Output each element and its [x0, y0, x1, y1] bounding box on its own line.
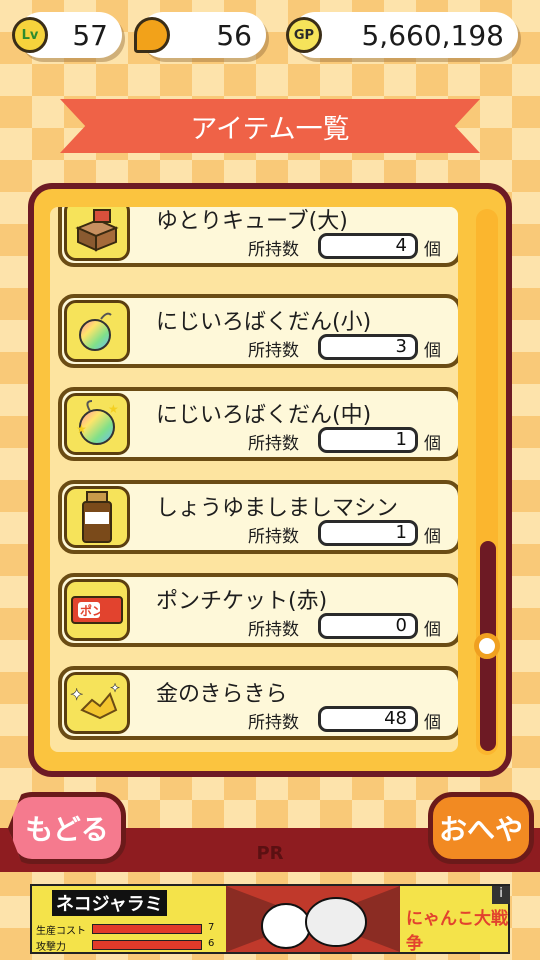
count-unit: 個	[424, 341, 441, 361]
count-unit: 個	[424, 713, 441, 733]
rainbow-bomb-star-icon: ★ ★	[64, 393, 130, 455]
page-title: アイテム一覧	[190, 114, 350, 145]
catfood-icon	[134, 17, 170, 53]
count-unit: 個	[424, 434, 441, 454]
ad-stat1-bar	[92, 924, 202, 934]
item-name: ゆとりキューブ(大)	[156, 209, 348, 234]
ad-info-icon[interactable]: i	[492, 886, 510, 904]
title-banner: アイテム一覧	[60, 99, 480, 153]
room-button[interactable]: おへや	[428, 792, 534, 864]
ad-stat2-bar	[92, 940, 202, 950]
catfood-display: 56	[134, 12, 266, 58]
list-item[interactable]: ゆとりキューブ(大) 所持数 4 個	[58, 207, 458, 267]
item-name: しょうゆましましマシン	[156, 496, 399, 521]
svg-text:✦: ✦	[70, 685, 83, 704]
item-list[interactable]: ゆとりキューブ(大) 所持数 4 個 にじいろばくだん(小) 所持数 3 個 ★…	[50, 207, 458, 752]
svg-text:✦: ✦	[110, 681, 120, 695]
ad-stat1-value: 7	[208, 922, 215, 933]
back-button[interactable]: もどる	[8, 792, 126, 864]
list-item[interactable]: しょうゆましましマシン 所持数 1 個	[58, 480, 458, 554]
count-unit: 個	[424, 240, 441, 260]
item-count: 3	[318, 334, 418, 360]
gold-sparkle-icon: ✦ ✦	[64, 672, 130, 734]
svg-text:★: ★	[108, 402, 119, 416]
item-count: 4	[318, 233, 418, 259]
list-item[interactable]: ポン ポンチケット(赤) 所持数 0 個	[58, 573, 458, 647]
svg-text:★: ★	[76, 422, 87, 436]
gp-value: 5,660,198	[361, 18, 504, 52]
level-display: Lv 57	[12, 12, 122, 58]
count-unit: 個	[424, 620, 441, 640]
ad-cat-image	[226, 886, 400, 952]
rainbow-bomb-icon	[64, 300, 130, 362]
item-name: ポンチケット(赤)	[156, 589, 328, 614]
item-count: 0	[318, 613, 418, 639]
gp-badge-icon: GP	[286, 17, 322, 53]
catfood-value: 56	[216, 18, 252, 52]
item-count: 48	[318, 706, 418, 732]
count-label: 所持数	[248, 620, 299, 640]
ad-brand: ネコジャラミ	[52, 890, 167, 916]
level-value: 57	[72, 18, 108, 52]
item-name: にじいろばくだん(小)	[156, 310, 372, 335]
ad-game-title: にゃんこ大戦争	[406, 909, 508, 954]
item-count: 1	[318, 520, 418, 546]
item-name: 金のきらきら	[156, 682, 288, 707]
list-item[interactable]: ✦ ✦ 金のきらきら 所持数 48 個	[58, 666, 458, 740]
item-list-panel: ゆとりキューブ(大) 所持数 4 個 にじいろばくだん(小) 所持数 3 個 ★…	[28, 183, 512, 777]
count-label: 所持数	[248, 341, 299, 361]
scrollbar-thumb[interactable]	[474, 633, 500, 659]
svg-text:ポン: ポン	[80, 603, 104, 618]
pon-ticket-icon: ポン	[64, 579, 130, 641]
soy-sauce-icon	[64, 486, 130, 548]
count-label: 所持数	[248, 240, 299, 260]
list-item[interactable]: にじいろばくだん(小) 所持数 3 個	[58, 294, 458, 368]
item-name: にじいろばくだん(中)	[156, 403, 372, 428]
count-label: 所持数	[248, 527, 299, 547]
cube-box-icon	[64, 207, 130, 261]
list-item[interactable]: ★ ★ にじいろばくだん(中) 所持数 1 個	[58, 387, 458, 461]
item-count: 1	[318, 427, 418, 453]
ad-stat2-label: 攻撃力	[36, 942, 66, 953]
ad-banner[interactable]: ネコジャラミ 生産コスト 7 攻撃力 6 にゃんこ大戦争 i	[30, 884, 510, 954]
level-badge-icon: Lv	[12, 17, 48, 53]
ad-stat2-value: 6	[208, 938, 215, 949]
gp-display: GP 5,660,198	[286, 12, 518, 58]
count-label: 所持数	[248, 434, 299, 454]
count-label: 所持数	[248, 713, 299, 733]
ad-stat1-label: 生産コスト	[36, 926, 86, 937]
count-unit: 個	[424, 527, 441, 547]
